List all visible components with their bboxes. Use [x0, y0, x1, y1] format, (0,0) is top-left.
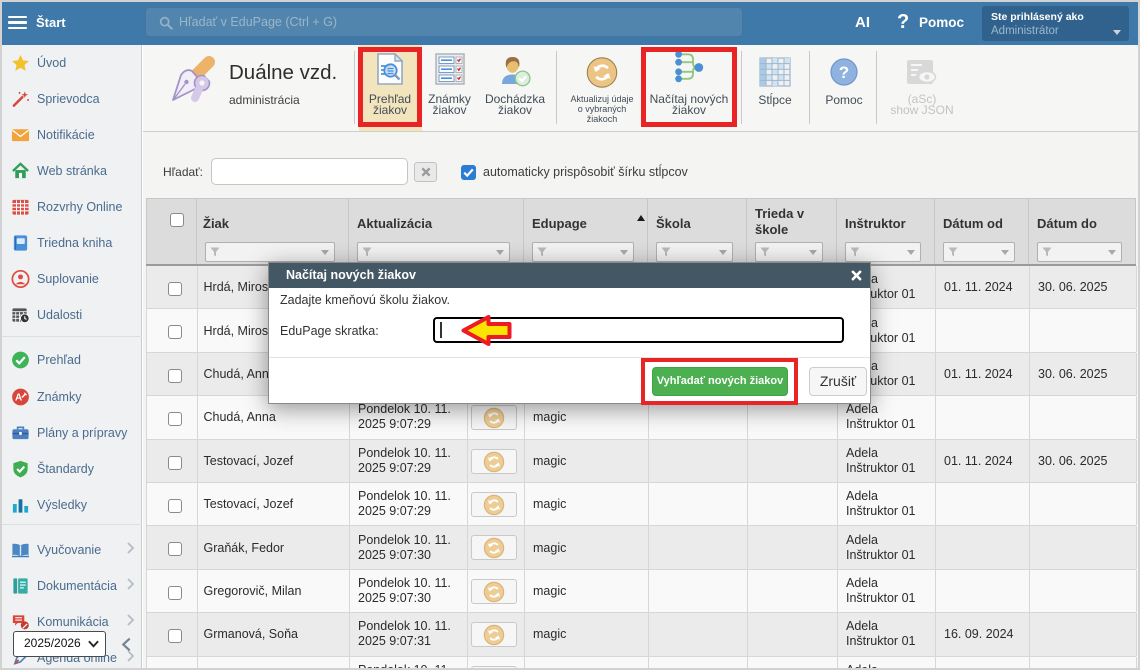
svg-text:A: A — [15, 392, 22, 403]
svg-text:?: ? — [839, 63, 849, 82]
